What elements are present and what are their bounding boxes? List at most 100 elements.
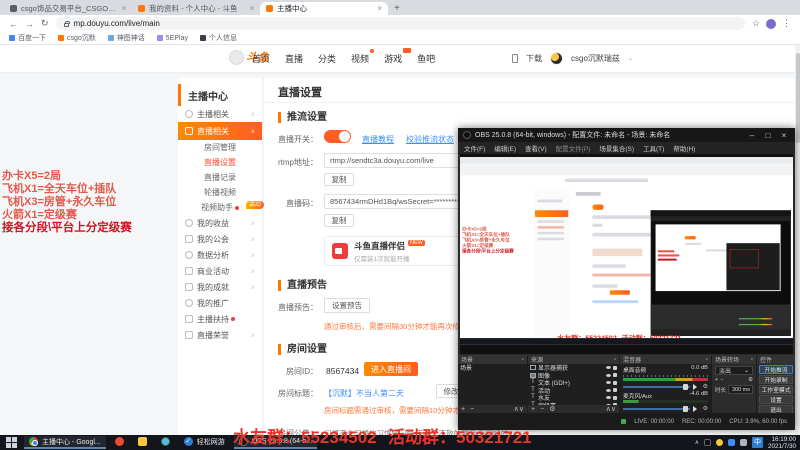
detach-icon[interactable]: ▫ [614,357,616,363]
slider-knob[interactable] [682,383,688,390]
enter-room-button[interactable]: 进入直播间 [364,362,418,376]
add-transition-button[interactable]: + [715,377,718,383]
tutorial-link[interactable]: 直播教程 [362,134,394,145]
sidebar-item-live-records[interactable]: 直播记录 [178,170,262,185]
maximize-icon[interactable]: □ [762,131,774,140]
add-scene-button[interactable]: + [461,406,465,413]
tab-anchor-center[interactable]: 主播中心 × [260,2,388,15]
obs-titlebar[interactable]: OBS 25.0.8 (64-bit, windows) - 配置文件: 未命名… [458,128,795,142]
nav-game[interactable]: 游戏 [384,48,412,65]
menu-view[interactable]: 查看(V) [525,143,547,153]
sidebar-item-video-assistant[interactable]: 视频助手 活动 [178,200,264,215]
forward-icon[interactable]: → [25,19,34,29]
sidebar-item-anchor-related[interactable]: 主播相关 ∧ [178,106,262,122]
lock-icon[interactable] [613,373,617,378]
remove-source-button[interactable]: − [540,406,544,413]
copy-rtmp-button[interactable]: 复制 [324,173,354,186]
tray-app-icon[interactable] [727,439,735,446]
start-streaming-button[interactable]: 开始推流 [759,365,793,374]
sidebar-item-honor[interactable]: 直播荣誉 ∧ [178,327,262,343]
tab-close-icon[interactable]: × [249,4,254,13]
minimize-icon[interactable]: – [746,131,758,140]
sidebar-item-carousel-video[interactable]: 轮播视频 [178,185,262,200]
bookmark-personal[interactable]: 个人信息 [199,33,237,43]
browser-profile-avatar[interactable] [766,18,776,29]
menu-profile[interactable]: 配置文件(P) [556,143,591,153]
set-preview-button[interactable]: 设置预告 [324,298,370,313]
nav-live[interactable]: 直播 [285,52,303,65]
menu-file[interactable]: 文件(F) [464,143,485,153]
close-icon[interactable]: × [778,131,790,140]
nav-category[interactable]: 分类 [318,52,336,65]
tab-close-icon[interactable]: × [377,4,382,13]
sidebar-item-business[interactable]: 商业活动 ∧ [178,263,262,279]
reload-icon[interactable]: ↻ [41,18,49,29]
nav-video[interactable]: 视频 [351,49,375,65]
tray-expand-icon[interactable]: ∧ [695,439,699,446]
menu-help[interactable]: 帮助(H) [673,143,695,153]
transition-select[interactable]: 淡出 ⌄ [715,366,753,375]
source-properties-gear[interactable]: ⚙ [549,405,555,413]
tab-csgo-trade[interactable]: csgo饰品交易平台_CSGO国服... × [4,2,132,15]
sidebar-item-live-settings[interactable]: 直播设置 [178,155,262,170]
visibility-eye-icon[interactable] [606,366,611,370]
lock-icon[interactable] [613,395,617,400]
visibility-eye-icon[interactable] [606,373,611,377]
speaker-icon[interactable] [692,405,700,412]
taskbar-chrome[interactable]: 主播中心 - Googl... [24,436,106,449]
scenes-list[interactable]: 场景 [458,364,527,405]
scrollbar-thumb[interactable] [795,53,800,143]
tray-volume-icon[interactable] [739,439,747,446]
bookmark-5eplay[interactable]: 5EPlay [156,35,188,42]
live-switch-toggle[interactable] [324,130,351,143]
copy-code-button[interactable]: 复制 [324,214,354,227]
audio-gear-icon[interactable]: ⚙ [703,405,708,412]
taskbar-app-globe[interactable] [156,436,175,449]
bookmark-baidu[interactable]: 百度一下 [9,33,46,43]
audio-gear-icon[interactable]: ⚙ [703,383,708,390]
sidebar-item-achievements[interactable]: 我的成就 ∧ [178,279,262,295]
tab-close-icon[interactable]: × [121,4,126,13]
slider-knob[interactable] [682,405,688,412]
transition-gear-icon[interactable]: ⚙ [748,377,753,383]
nav-yuba[interactable]: 鱼吧 [417,52,435,65]
bookmark-csgo[interactable]: csgo沉默 [58,33,96,43]
sidebar-item-room-manage[interactable]: 房间管理 [178,140,262,155]
new-tab-button[interactable]: + [394,2,400,15]
sidebar-item-guild[interactable]: 我的公会 ∧ [178,231,262,247]
lock-icon[interactable] [613,388,617,393]
remove-transition-button[interactable]: − [720,377,723,383]
url-bar[interactable]: mp.douyu.com/live/main [55,17,745,30]
page-scrollbar[interactable] [795,45,800,435]
visibility-eye-icon[interactable] [606,388,611,392]
move-up-down-icons[interactable]: ∧∨ [606,405,616,413]
download-link[interactable]: 下载 [526,53,542,64]
scene-item[interactable]: 场景 [458,364,527,372]
taskbar-qq[interactable] [110,436,129,449]
remove-scene-button[interactable]: − [470,406,474,413]
nav-home[interactable]: 首页 [252,52,270,65]
tab-profile[interactable]: 我的资料 - 个人中心 - 斗鱼 × [132,2,260,15]
visibility-eye-icon[interactable] [606,396,611,400]
tray-obs-icon[interactable] [703,439,711,446]
tray-app-icon[interactable] [715,439,723,446]
start-recording-button[interactable]: 开始录制 [759,375,793,384]
back-icon[interactable]: ← [9,19,18,29]
add-source-button[interactable]: + [531,406,535,413]
settings-button[interactable]: 设置 [759,395,793,404]
detach-icon[interactable]: ▫ [751,357,753,363]
username[interactable]: csgo沉默瑞兹 [571,53,620,64]
sidebar-item-live-related[interactable]: 直播相关 ∧ [178,122,262,140]
visibility-eye-icon[interactable] [606,381,611,385]
bookmark-folder[interactable]: 神图神话 [107,33,145,43]
bookmark-star-icon[interactable]: ☆ [752,18,760,29]
studio-mode-button[interactable]: 工作室模式 [759,385,793,394]
obs-preview[interactable]: 办卡X5=2局 飞机X1=全天车位+插队 飞机X3=房管+永久车位 火箭X1=定… [460,154,793,354]
taskbar-net-booster[interactable]: ✓ 轻松网游 [179,436,230,449]
sources-list[interactable]: 显示器捕获 图像 T文本 (GDI+) T活动 T水友 T定级赛 [528,364,619,405]
taskbar-clock[interactable]: 16:19:00 2021/7/30 [768,436,796,450]
start-button[interactable] [0,435,22,450]
sidebar-item-analytics[interactable]: 数据分析 ∧ [178,247,262,263]
obs-window[interactable]: OBS 25.0.8 (64-bit, windows) - 配置文件: 未命名… [458,128,795,430]
speaker-icon[interactable] [692,383,700,390]
